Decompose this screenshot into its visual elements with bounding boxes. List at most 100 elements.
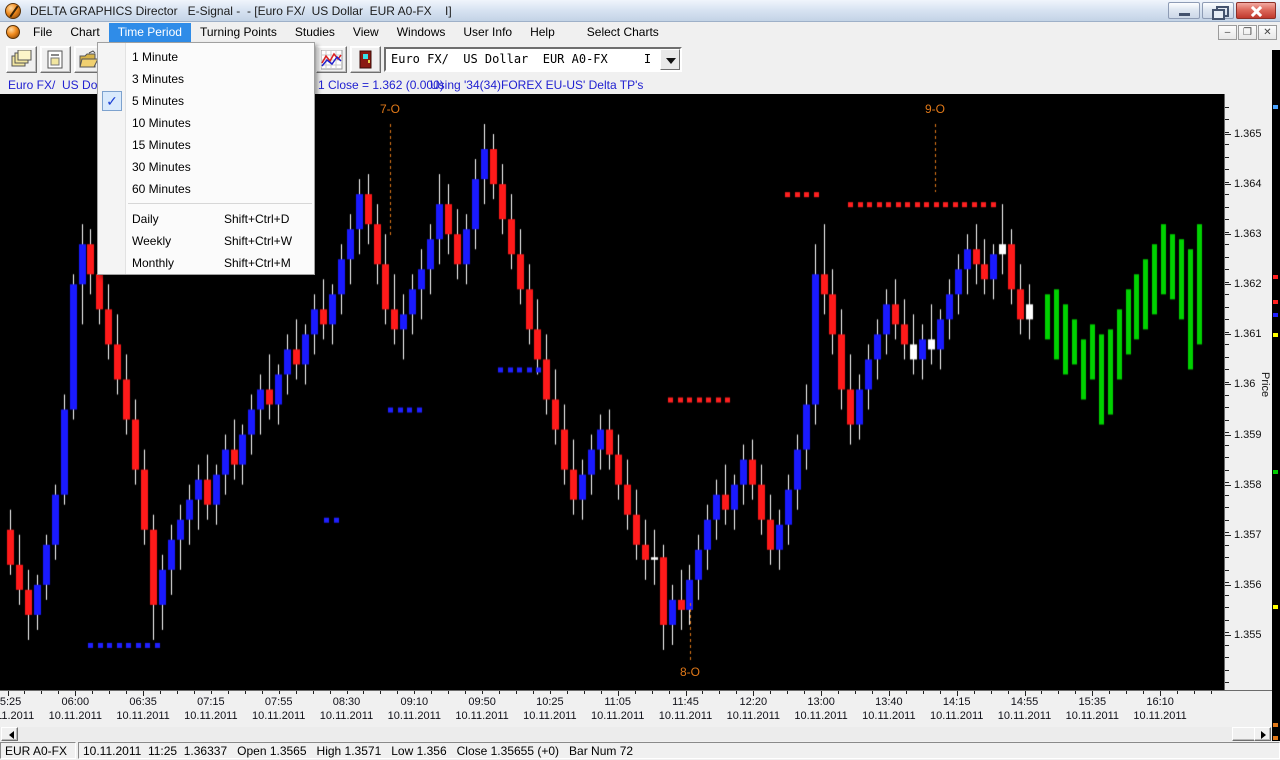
exit-button[interactable] <box>350 46 381 73</box>
mdi-close-button[interactable]: ✕ <box>1258 25 1277 40</box>
time-minor-tick <box>635 691 636 694</box>
price-minor-tick <box>1225 169 1229 170</box>
time-minor-tick <box>516 691 517 694</box>
time-minor-tick <box>160 691 161 694</box>
price-minor-tick <box>1225 282 1229 283</box>
price-minor-tick <box>1225 657 1229 658</box>
time-minor-tick <box>41 691 42 694</box>
scrollbar-thumb[interactable] <box>1232 727 1256 741</box>
menu-item-select-charts[interactable]: Select Charts <box>578 23 668 42</box>
time-minor-tick <box>533 691 534 694</box>
mdi-restore-button[interactable]: ❐ <box>1238 25 1257 40</box>
status-bar: EUR A0-FX 10.11.2011 11:25 1.36337 Open … <box>0 741 1280 760</box>
symbol-combobox[interactable]: Euro FX/ US Dollar EUR A0-FX I <box>384 47 682 72</box>
dropdown-item-shortcut: Shift+Ctrl+D <box>224 212 289 226</box>
print-preview-button[interactable] <box>40 46 71 73</box>
scroll-left-button[interactable] <box>1 727 18 741</box>
app-logo-icon <box>5 3 21 19</box>
close-button[interactable] <box>1236 2 1276 19</box>
price-minor-tick <box>1225 682 1229 683</box>
time-major-tick <box>143 691 144 696</box>
dropdown-item-daily[interactable]: DailyShift+Ctrl+D <box>98 208 314 230</box>
price-major-tick <box>1225 535 1231 536</box>
price-minor-tick <box>1225 557 1229 558</box>
time-tick-label: 06:35 <box>129 696 157 708</box>
dropdown-item-label: 3 Minutes <box>132 72 184 86</box>
time-tick-label: 08:30 <box>333 696 361 708</box>
price-minor-tick <box>1225 107 1229 108</box>
combobox-dropdown-arrow-icon[interactable] <box>660 49 680 70</box>
time-minor-tick <box>855 691 856 694</box>
time-minor-tick <box>906 691 907 694</box>
restore-button[interactable] <box>1202 2 1234 19</box>
time-minor-tick <box>211 691 212 694</box>
menu-item-chart[interactable]: Chart <box>61 23 108 42</box>
time-minor-tick <box>652 691 653 694</box>
menu-item-windows[interactable]: Windows <box>388 23 455 42</box>
price-minor-tick <box>1225 307 1229 308</box>
checkmark-icon: ✓ <box>102 91 122 111</box>
menu-item-file[interactable]: File <box>24 23 61 42</box>
price-major-tick <box>1225 635 1231 636</box>
dropdown-item-3-minutes[interactable]: 3 Minutes <box>98 68 314 90</box>
dropdown-item-30-minutes[interactable]: 30 Minutes <box>98 156 314 178</box>
window-title: DELTA GRAPHICS Director E-Signal - - [Eu… <box>30 4 452 18</box>
time-minor-tick <box>262 691 263 694</box>
price-minor-tick <box>1225 632 1229 633</box>
time-major-tick <box>75 691 76 696</box>
time-minor-tick <box>1109 691 1110 694</box>
mdi-window-buttons: – ❐ ✕ <box>1218 25 1277 40</box>
menu-item-user-info[interactable]: User Info <box>454 23 521 42</box>
info-tp-text: Using '34(34)FOREX EU-US' Delta TP's <box>430 78 643 92</box>
time-major-tick <box>957 691 958 696</box>
menu-item-view[interactable]: View <box>344 23 388 42</box>
dropdown-item-label: 60 Minutes <box>132 182 191 196</box>
dropdown-item-weekly[interactable]: WeeklyShift+Ctrl+W <box>98 230 314 252</box>
menu-item-turning-points[interactable]: Turning Points <box>191 23 286 42</box>
time-tick-label: 07:55 <box>265 696 293 708</box>
time-major-tick <box>1025 691 1026 696</box>
dropdown-item-label: 1 Minute <box>132 50 178 64</box>
dropdown-item-60-minutes[interactable]: 60 Minutes <box>98 178 314 200</box>
price-minor-tick <box>1225 294 1229 295</box>
price-tick-label: 1.361 <box>1234 328 1262 340</box>
time-tick-label: 15:35 <box>1079 696 1107 708</box>
date-tick-label: 10.11.2011 <box>930 710 983 722</box>
dropdown-item-label: 10 Minutes <box>132 116 191 130</box>
time-tick-label: 14:55 <box>1011 696 1039 708</box>
studies-chart-button[interactable] <box>316 46 347 73</box>
menu-item-help[interactable]: Help <box>521 23 564 42</box>
dropdown-item-1-minute[interactable]: 1 Minute <box>98 46 314 68</box>
price-minor-tick <box>1225 182 1229 183</box>
minimize-button[interactable] <box>1168 2 1200 19</box>
date-tick-label: 10.11.2011 <box>116 710 169 722</box>
dropdown-item-10-minutes[interactable]: 10 Minutes <box>98 112 314 134</box>
time-minor-tick <box>1211 691 1212 694</box>
mdi-minimize-button[interactable]: – <box>1218 25 1237 40</box>
dropdown-item-monthly[interactable]: MonthlyShift+Ctrl+M <box>98 252 314 274</box>
copy-chart-button[interactable] <box>6 46 37 73</box>
time-minor-tick <box>550 691 551 694</box>
scroll-right-button[interactable] <box>1254 727 1271 741</box>
time-minor-tick <box>482 691 483 694</box>
info-close-text: 1 Close = 1.362 (0.000) <box>318 78 444 92</box>
dropdown-item-15-minutes[interactable]: 15 Minutes <box>98 134 314 156</box>
price-minor-tick <box>1225 407 1229 408</box>
time-minor-tick <box>431 691 432 694</box>
menu-item-studies[interactable]: Studies <box>286 23 344 42</box>
time-minor-tick <box>397 691 398 694</box>
time-minor-tick <box>245 691 246 694</box>
time-major-tick <box>753 691 754 696</box>
horizontal-scrollbar[interactable] <box>0 727 1272 741</box>
price-major-tick <box>1225 334 1231 335</box>
menu-item-time-period[interactable]: Time Period <box>109 23 191 42</box>
occluded-window-fragment <box>1273 723 1278 727</box>
dropdown-item-5-minutes[interactable]: ✓5 Minutes <box>98 90 314 112</box>
price-minor-tick <box>1225 507 1229 508</box>
price-minor-tick <box>1225 357 1229 358</box>
date-tick-label: 10.11.2011 <box>1133 710 1186 722</box>
price-minor-tick <box>1225 570 1229 571</box>
price-minor-tick <box>1225 207 1229 208</box>
price-minor-tick <box>1225 132 1229 133</box>
time-minor-tick <box>940 691 941 694</box>
